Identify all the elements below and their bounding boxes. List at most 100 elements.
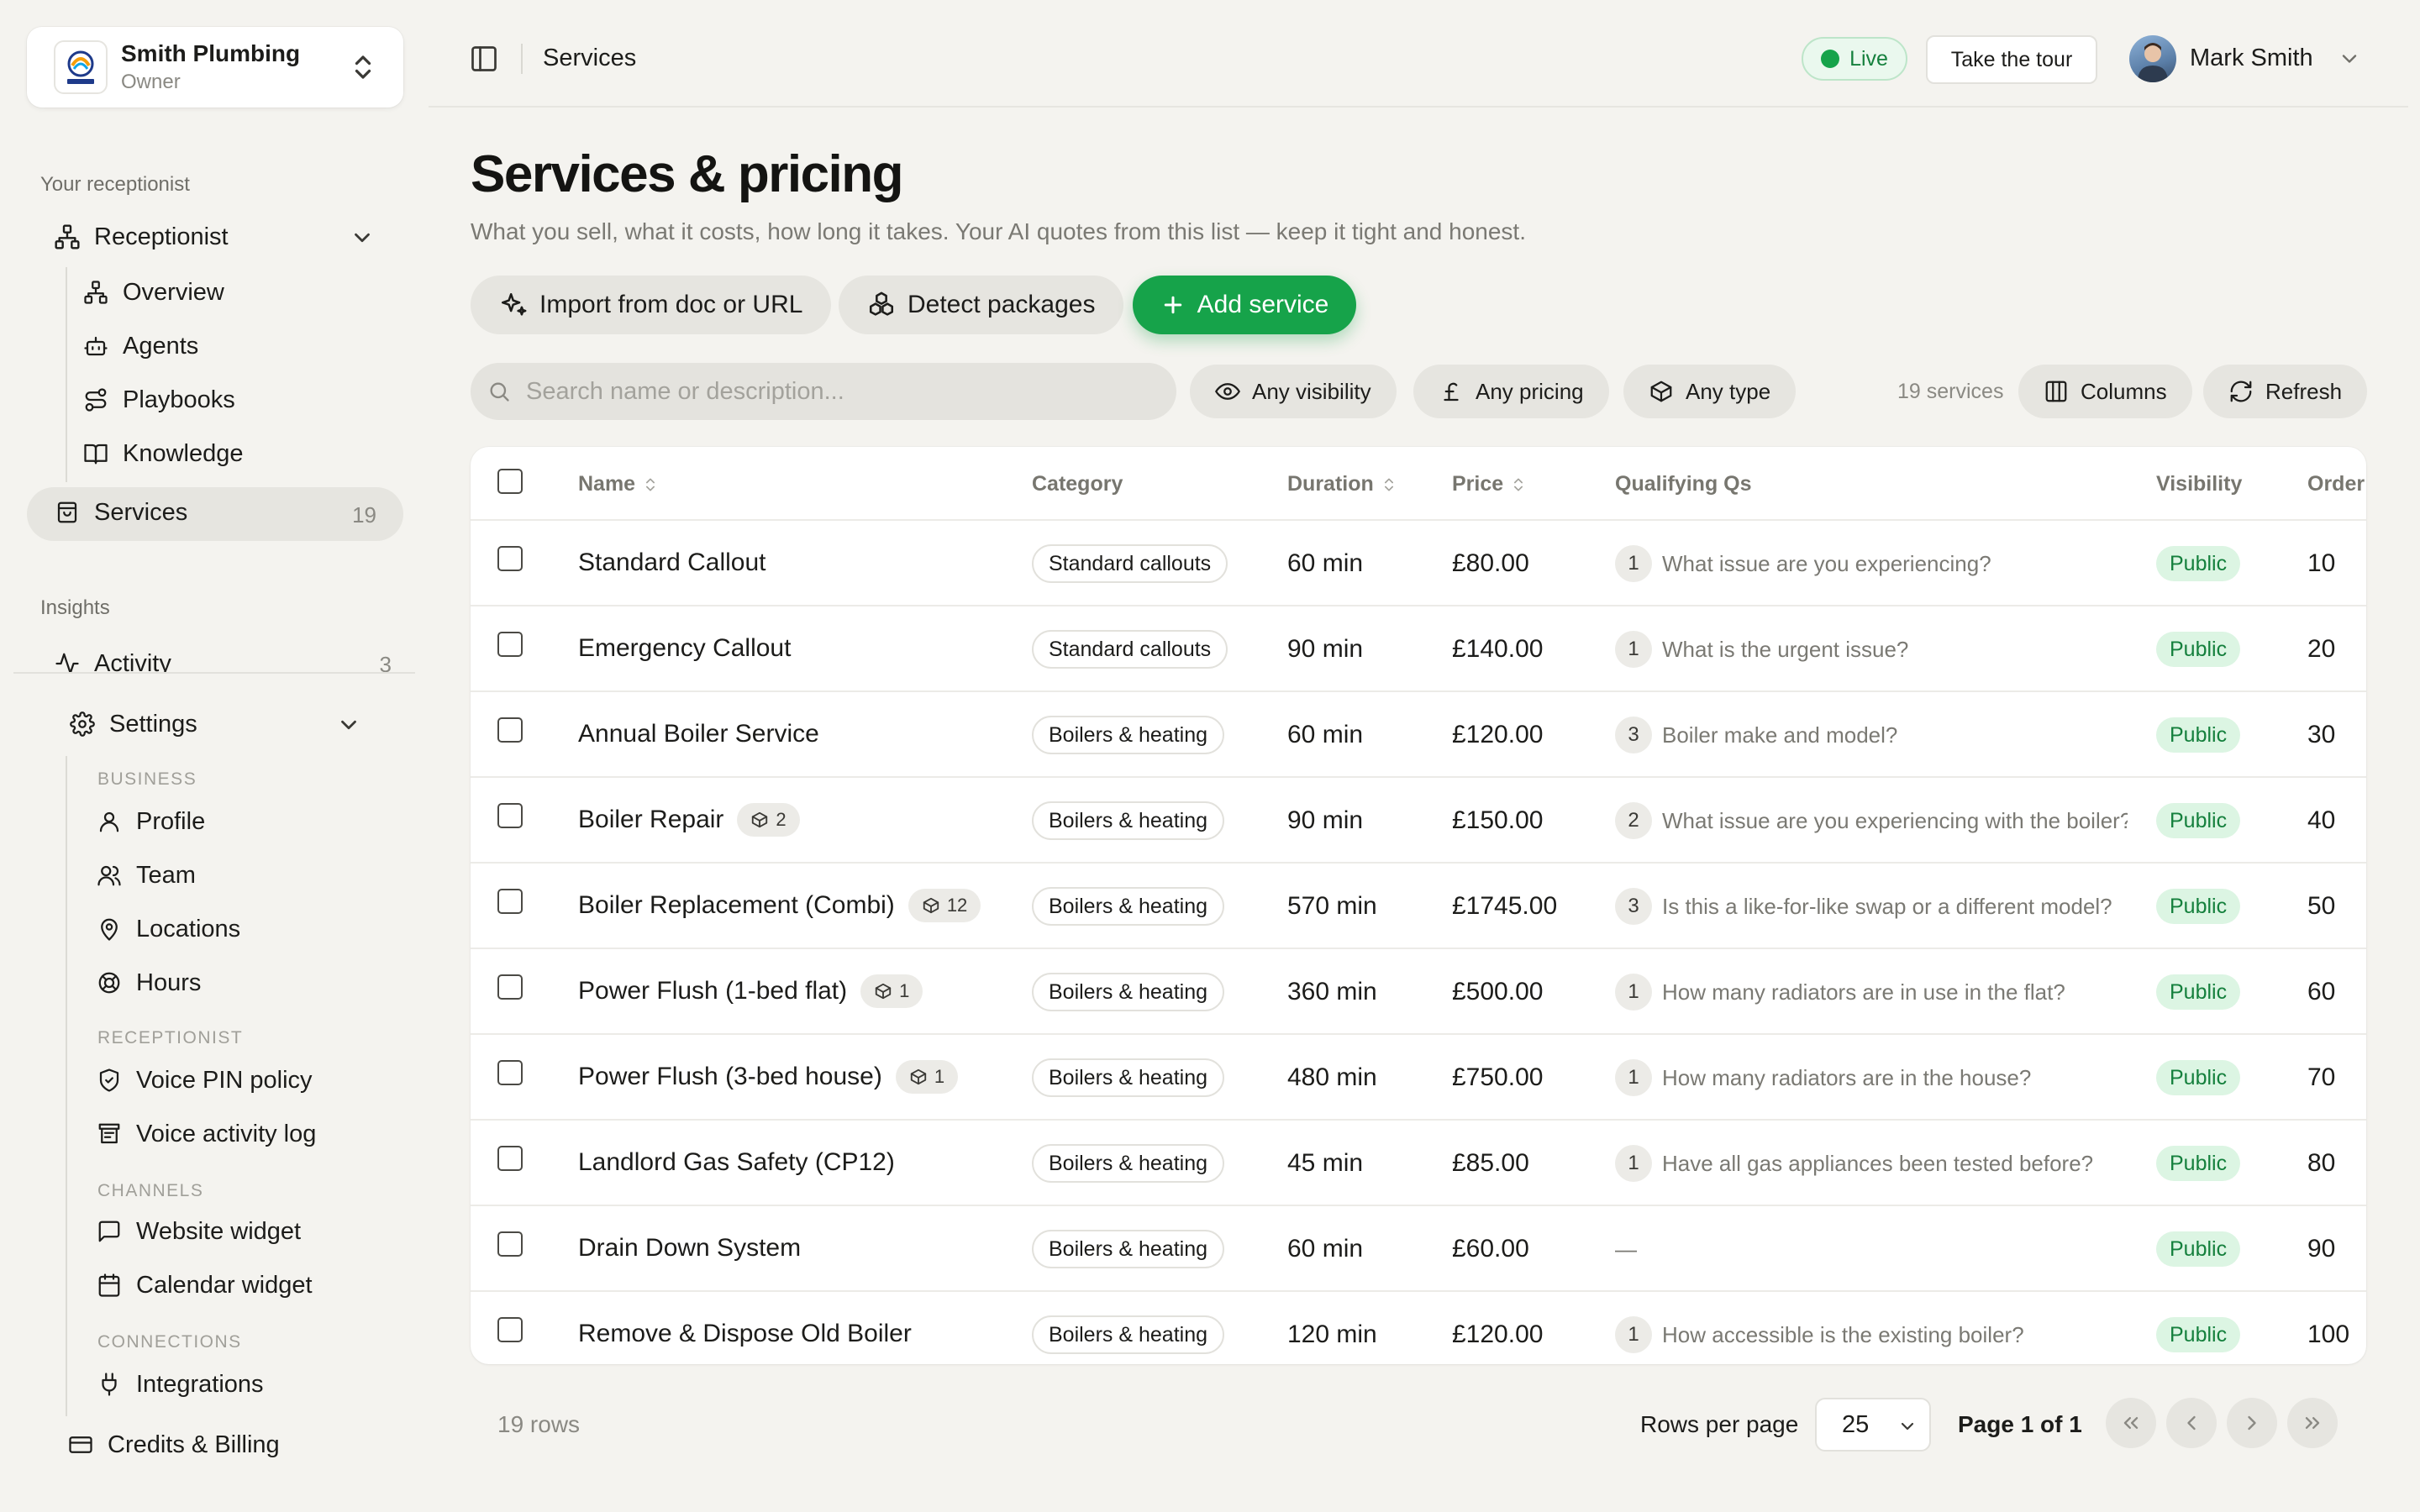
- business-name: Smith Plumbing: [121, 40, 301, 66]
- nav-settings[interactable]: Settings: [67, 709, 361, 739]
- pricing-filter-label: Any pricing: [1476, 378, 1584, 404]
- columns-button[interactable]: Columns: [2018, 365, 2192, 418]
- package-icon: [910, 1068, 927, 1085]
- nav-playbooks[interactable]: Playbooks: [81, 385, 235, 415]
- first-page-button[interactable]: [2106, 1398, 2156, 1448]
- nav-calendar-widget[interactable]: Calendar widget: [94, 1270, 313, 1300]
- column-header-duration[interactable]: Duration: [1287, 472, 1397, 496]
- nav-services[interactable]: Services 19: [27, 487, 403, 541]
- table-row[interactable]: Landlord Gas Safety (CP12) Boilers & heat…: [471, 1121, 2366, 1206]
- column-header-name[interactable]: Name: [578, 472, 659, 496]
- package-count-badge: 2: [737, 803, 800, 837]
- table-row[interactable]: Remove & Dispose Old Boiler Boilers & hea…: [471, 1292, 2366, 1364]
- chevron-down-icon[interactable]: [2338, 47, 2361, 71]
- live-status-badge[interactable]: Live: [1802, 37, 1907, 81]
- price-cell: £150.00: [1452, 806, 1544, 834]
- service-name-cell: Power Flush (3-bed house) 1: [578, 1057, 959, 1097]
- search-input[interactable]: [526, 363, 1165, 420]
- nav-credits-billing[interactable]: Credits & Billing: [66, 1430, 280, 1460]
- table-row[interactable]: Power Flush (1-bed flat) 1 Boilers & heati…: [471, 949, 2366, 1035]
- question-preview: How many radiators are in the house?: [1662, 1064, 2032, 1090]
- column-header-category-label: Category: [1032, 472, 1123, 496]
- nav-website-widget[interactable]: Website widget: [94, 1216, 301, 1247]
- row-checkbox[interactable]: [497, 546, 523, 571]
- nav-overview[interactable]: Overview: [81, 277, 224, 307]
- row-checkbox[interactable]: [497, 889, 523, 914]
- price-cell: £85.00: [1452, 1149, 1529, 1177]
- nav-knowledge[interactable]: Knowledge: [81, 438, 244, 469]
- service-name[interactable]: Boiler Replacement (Combi): [578, 891, 895, 920]
- nav-voice-pin-policy-label: Voice PIN policy: [136, 1066, 313, 1094]
- service-name[interactable]: Remove & Dispose Old Boiler: [578, 1320, 912, 1348]
- nav-receptionist[interactable]: Receptionist: [52, 222, 375, 252]
- row-checkbox[interactable]: [497, 974, 523, 1000]
- row-checkbox[interactable]: [497, 717, 523, 743]
- order-cell: 80: [2307, 1149, 2336, 1177]
- table-row[interactable]: Standard Callout Standard callouts 60 min £…: [471, 521, 2366, 606]
- row-checkbox[interactable]: [497, 1146, 523, 1171]
- nav-integrations[interactable]: Integrations: [94, 1369, 264, 1399]
- nav-agents[interactable]: Agents: [81, 331, 198, 361]
- visibility-filter[interactable]: Any visibility: [1190, 365, 1397, 418]
- live-dot-icon: [1821, 50, 1840, 68]
- nav-locations[interactable]: Locations: [94, 914, 240, 944]
- nav-calendar-widget-label: Calendar widget: [136, 1271, 313, 1299]
- sidebar-toggle-icon[interactable]: [469, 44, 499, 74]
- nav-hours[interactable]: Hours: [94, 968, 201, 998]
- package-count: 1: [934, 1066, 945, 1087]
- service-name[interactable]: Annual Boiler Service: [578, 720, 819, 748]
- table-row[interactable]: Annual Boiler Service Boilers & heating 60…: [471, 692, 2366, 778]
- row-checkbox[interactable]: [497, 632, 523, 657]
- type-filter[interactable]: Any type: [1623, 365, 1797, 418]
- nav-profile[interactable]: Profile: [94, 806, 205, 837]
- row-checkbox[interactable]: [497, 1060, 523, 1085]
- row-checkbox[interactable]: [497, 803, 523, 828]
- nav-voice-pin-policy[interactable]: Voice PIN policy: [94, 1065, 313, 1095]
- category-chip: Boilers & heating: [1032, 716, 1225, 754]
- qualifying-questions-cell: 3 Boiler make and model?: [1615, 716, 2128, 754]
- group-label-connections: CONNECTIONS: [97, 1332, 242, 1352]
- service-name[interactable]: Boiler Repair: [578, 806, 723, 834]
- order-cell: 70: [2307, 1063, 2336, 1091]
- select-all-checkbox[interactable]: [497, 469, 523, 494]
- org-chart-icon: [52, 222, 82, 252]
- service-name[interactable]: Landlord Gas Safety (CP12): [578, 1148, 895, 1177]
- refresh-button[interactable]: Refresh: [2203, 365, 2368, 418]
- detect-packages-button[interactable]: Detect packages: [839, 276, 1124, 334]
- business-switcher[interactable]: Smith Plumbing Owner: [27, 27, 403, 108]
- nav-voice-activity-log[interactable]: Voice activity log: [94, 1119, 316, 1149]
- table-row[interactable]: Power Flush (3-bed house) 1 Boilers & heat…: [471, 1035, 2366, 1121]
- avatar[interactable]: [2129, 35, 2176, 82]
- import-button[interactable]: Import from doc or URL: [471, 276, 832, 334]
- prev-page-button[interactable]: [2166, 1398, 2217, 1448]
- service-name[interactable]: Power Flush (1-bed flat): [578, 977, 847, 1005]
- chevron-down-icon: [1901, 1422, 1914, 1431]
- service-name[interactable]: Power Flush (3-bed house): [578, 1063, 882, 1091]
- rows-per-page-select[interactable]: 25: [1815, 1398, 1931, 1452]
- last-page-button[interactable]: [2287, 1398, 2338, 1448]
- take-tour-button[interactable]: Take the tour: [1926, 35, 2097, 84]
- table-row[interactable]: Emergency Callout Standard callouts 90 min…: [471, 606, 2366, 692]
- add-service-button[interactable]: Add service: [1133, 276, 1356, 334]
- add-service-label: Add service: [1197, 291, 1329, 318]
- chevrons-left-icon: [2123, 1417, 2139, 1429]
- pricing-filter[interactable]: Any pricing: [1413, 365, 1609, 418]
- table-row[interactable]: Boiler Repair 2 Boilers & heating 90 min £15…: [471, 778, 2366, 864]
- nav-team[interactable]: Team: [94, 860, 196, 890]
- next-page-button[interactable]: [2227, 1398, 2277, 1448]
- service-name-cell: Emergency Callout: [578, 628, 791, 669]
- duration-cell: 570 min: [1287, 892, 1377, 920]
- service-name[interactable]: Standard Callout: [578, 549, 765, 577]
- service-name[interactable]: Drain Down System: [578, 1234, 801, 1263]
- table-row[interactable]: Drain Down System Boilers & heating 60 min…: [471, 1206, 2366, 1292]
- nav-activity[interactable]: Activity: [52, 648, 171, 674]
- row-checkbox[interactable]: [497, 1231, 523, 1257]
- row-checkbox[interactable]: [497, 1317, 523, 1342]
- category-chip: Boilers & heating: [1032, 887, 1225, 926]
- column-header-price[interactable]: Price: [1452, 472, 1527, 496]
- order-cell: 50: [2307, 892, 2336, 920]
- service-name[interactable]: Emergency Callout: [578, 634, 791, 663]
- table-row[interactable]: Boiler Replacement (Combi) 12 Boilers & he…: [471, 864, 2366, 949]
- duration-cell: 480 min: [1287, 1063, 1377, 1091]
- user-name[interactable]: Mark Smith: [2190, 45, 2313, 72]
